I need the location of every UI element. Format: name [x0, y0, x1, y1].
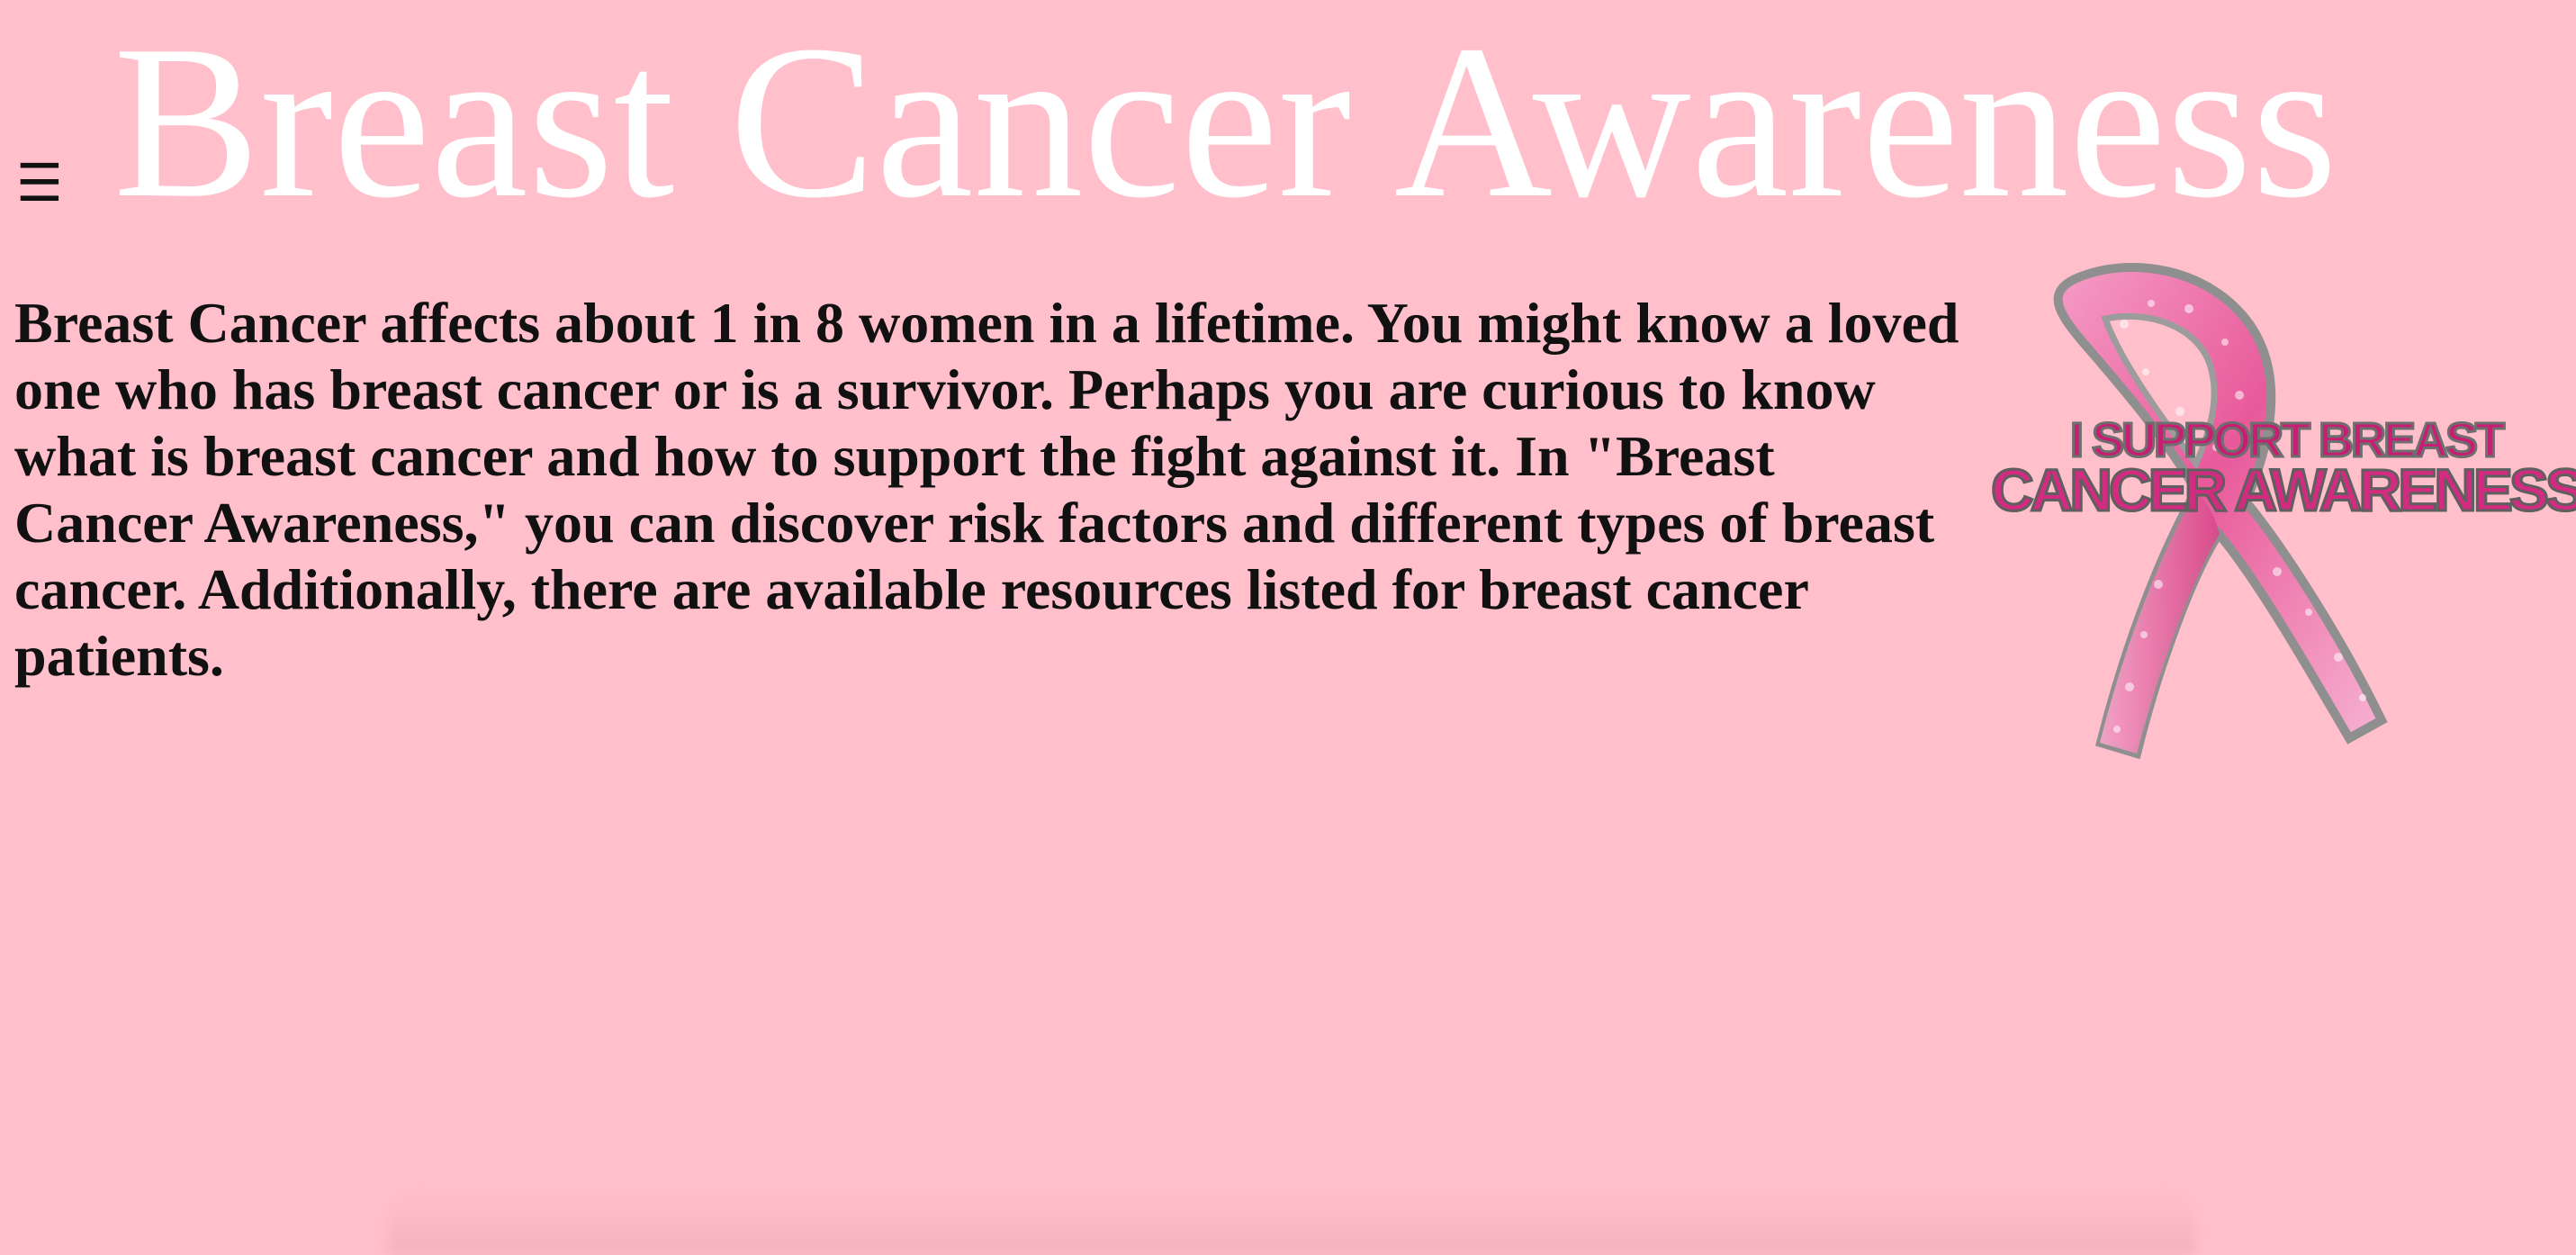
- page-title: Breast Cancer Awareness: [113, 0, 2337, 243]
- menu-icon[interactable]: ☰: [16, 153, 63, 212]
- ribbon-text-line2: CANCER AWARENESS: [1991, 456, 2576, 523]
- bottom-shadow: [387, 1188, 2196, 1255]
- intro-paragraph: Breast Cancer affects about 1 in 8 women…: [14, 291, 1959, 688]
- awareness-ribbon-image: I SUPPORT BREAST CANCER AWARENESS: [1990, 262, 2576, 760]
